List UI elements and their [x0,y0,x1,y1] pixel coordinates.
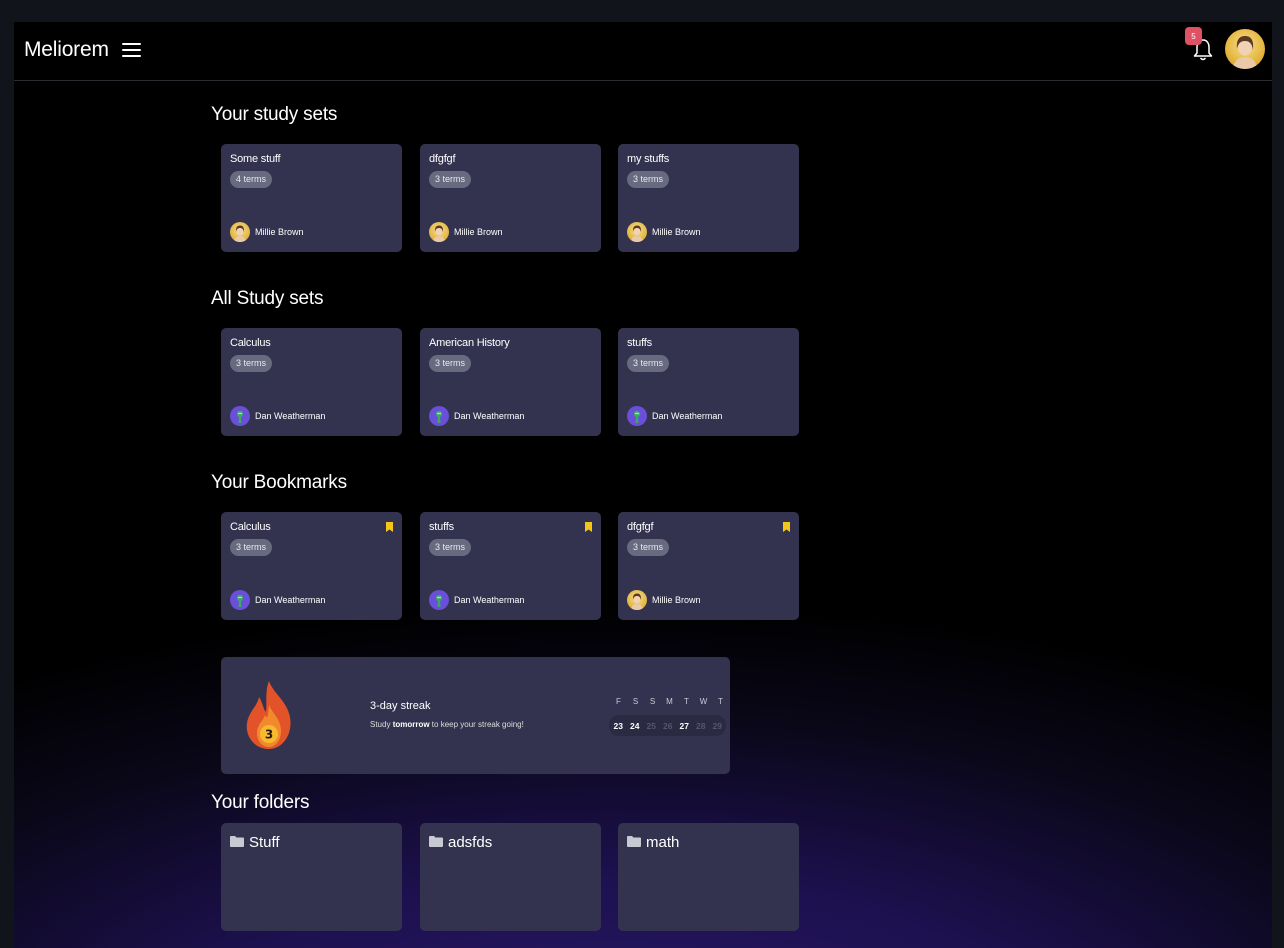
card-title: American History [429,337,510,349]
section-title-folders: Your folders [211,792,310,813]
streak-date: 24 [630,720,640,731]
study-set-card[interactable]: Some stuff 4 terms Millie Brown [221,144,402,252]
card-owner: Dan Weatherman [429,590,524,610]
card-owner: Millie Brown [429,222,503,242]
section-title-bookmarks: Your Bookmarks [211,472,347,493]
folder-card[interactable]: adsfds [420,823,601,931]
folder-name: adsfds [448,834,493,851]
bookmark-icon[interactable] [386,522,393,532]
streak-card: 3 3-day streak Study tomorrow to keep yo… [221,657,730,774]
card-title: dfgfgf [429,153,456,165]
owner-name: Dan Weatherman [255,595,326,605]
owner-name: Millie Brown [652,595,701,605]
folder-icon [429,836,443,847]
owner-name: Dan Weatherman [652,411,723,421]
owner-name: Millie Brown [454,227,503,237]
terms-badge: 3 terms [429,171,472,188]
weekday-label: T [684,697,689,706]
bookmark-icon[interactable] [783,522,790,532]
app-frame: Meliorem 5 Your study sets Some stuff 4 … [14,22,1272,948]
terms-badge: 4 terms [230,171,273,188]
terms-badge: 3 terms [627,355,670,372]
weekday-label: W [699,697,708,706]
owner-name: Dan Weatherman [255,411,326,421]
folder-name: Stuff [249,834,280,851]
streak-date: 23 [613,720,623,731]
bookmark-icon[interactable] [585,522,592,532]
avatar [230,406,250,426]
menu-icon[interactable] [122,43,141,57]
weekday-label: S [649,697,656,706]
streak-count: 3 [265,728,273,742]
avatar [230,222,250,242]
streak-date: 26 [663,720,673,731]
card-owner: Millie Brown [627,222,701,242]
owner-name: Dan Weatherman [454,595,525,605]
study-set-card[interactable]: dfgfgf 3 terms Millie Brown [420,144,601,252]
study-set-card[interactable]: Calculus 3 terms Dan Weatherman [221,328,402,436]
streak-date: 27 [679,720,689,731]
owner-name: Dan Weatherman [454,411,525,421]
card-title: Some stuff [230,153,281,165]
terms-badge: 3 terms [230,355,273,372]
streak-date: 29 [712,720,722,731]
study-set-card[interactable]: American History 3 terms Dan Weatherman [420,328,601,436]
streak-subtitle: Study tomorrow to keep your streak going… [370,720,524,729]
avatar [627,222,647,242]
folder-card[interactable]: Stuff [221,823,402,931]
streak-dates: 23 24 25 26 27 28 29 [609,715,726,736]
terms-badge: 3 terms [627,171,670,188]
card-owner: Millie Brown [627,590,701,610]
study-set-card[interactable]: my stuffs 3 terms Millie Brown [618,144,799,252]
avatar [429,590,449,610]
weekday-label: S [632,697,639,706]
owner-name: Millie Brown [652,227,701,237]
streak-title: 3-day streak [370,700,431,712]
section-title-all-study-sets: All Study sets [211,288,324,309]
folder-name: math [646,834,680,851]
avatar [429,406,449,426]
notification-badge[interactable]: 5 [1185,27,1202,45]
top-navbar: Meliorem 5 [14,22,1272,81]
terms-badge: 3 terms [429,355,472,372]
terms-badge: 3 terms [230,539,273,556]
bookmark-card[interactable]: dfgfgf 3 terms Millie Brown [618,512,799,620]
card-title: Calculus [230,337,271,349]
avatar [627,406,647,426]
flame-icon: 3 [246,681,291,749]
terms-badge: 3 terms [429,539,472,556]
card-owner: Millie Brown [230,222,304,242]
bookmark-card[interactable]: stuffs 3 terms Dan Weatherman [420,512,601,620]
bookmark-card[interactable]: Calculus 3 terms Dan Weatherman [221,512,402,620]
avatar [429,222,449,242]
weekday-label: T [718,697,723,706]
avatar [627,590,647,610]
study-set-card[interactable]: stuffs 3 terms Dan Weatherman [618,328,799,436]
streak-date: 28 [696,720,706,731]
card-title: Calculus [230,521,271,533]
brand-logo[interactable]: Meliorem [24,38,109,62]
card-owner: Dan Weatherman [429,406,524,426]
weekday-label: M [666,697,673,706]
folder-icon [627,836,641,847]
card-title: stuffs [627,337,652,349]
user-avatar[interactable] [1225,29,1265,69]
streak-weekdays: F S S M T W T [610,697,729,706]
terms-badge: 3 terms [627,539,670,556]
avatar [230,590,250,610]
card-owner: Dan Weatherman [230,406,325,426]
card-title: stuffs [429,521,454,533]
streak-date: 25 [646,720,656,731]
folder-icon [230,836,244,847]
card-owner: Dan Weatherman [230,590,325,610]
weekday-label: F [616,697,621,706]
owner-name: Millie Brown [255,227,304,237]
section-title-your-study-sets: Your study sets [211,104,338,125]
card-title: dfgfgf [627,521,654,533]
card-owner: Dan Weatherman [627,406,722,426]
folder-card[interactable]: math [618,823,799,931]
card-title: my stuffs [627,153,670,165]
